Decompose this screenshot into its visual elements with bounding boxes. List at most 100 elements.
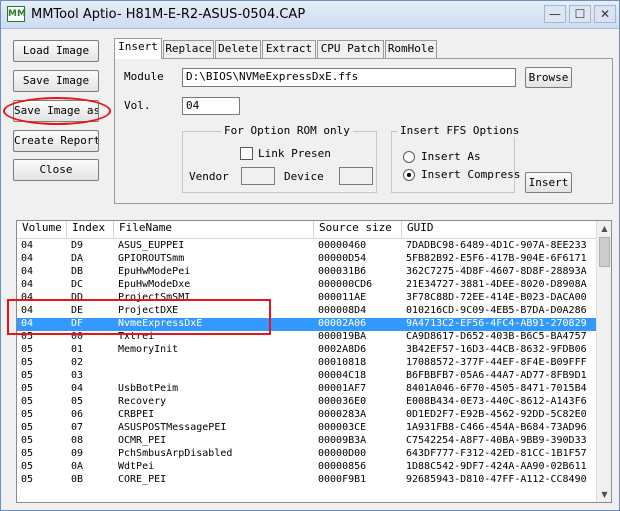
ffs-options-group: Insert FFS Options Insert As Insert Comp…: [391, 124, 523, 193]
table-row[interactable]: 04 DB EpuHwModePei 000031B6 362C7275-4D8F-46…: [17, 266, 597, 279]
tab-romhole[interactable]: RomHole: [385, 40, 437, 58]
cell-source-size: 000011AE: [318, 292, 367, 303]
table-row[interactable]: 05 07 ASUSPOSTMessagePEI 000003CE 1A931FB8-C…: [17, 422, 597, 435]
cell-volume: 04: [21, 253, 34, 264]
cell-volume: 05: [21, 383, 34, 394]
option-rom-group: For Option ROM only Link Presen Vendor D…: [182, 124, 377, 193]
table-row[interactable]: 05 01 MemoryInit 0002A8D6 3B42EF57-16D3-44CB…: [17, 344, 597, 357]
close-window-button[interactable]: ✕: [594, 5, 616, 23]
create-report-button[interactable]: Create Report: [13, 130, 99, 152]
scroll-up-icon[interactable]: ▲: [597, 221, 611, 236]
vertical-scrollbar[interactable]: ▲ ▼: [596, 221, 611, 502]
cell-volume: 04: [21, 266, 34, 277]
cell-volume: 04: [21, 279, 34, 290]
cell-volume: 05: [21, 435, 34, 446]
cell-filename: OCMR_PEI: [118, 435, 167, 446]
tab-cpu-patch[interactable]: CPU Patch: [317, 40, 384, 58]
cell-source-size: 00000460: [318, 240, 367, 251]
cell-index: 09: [71, 448, 84, 459]
column-header-index[interactable]: Index: [67, 221, 114, 239]
cell-filename: ASUSPOSTMessagePEI: [118, 422, 227, 433]
maximize-button[interactable]: ☐: [569, 5, 591, 23]
link-present-checkbox[interactable]: [240, 147, 253, 160]
cell-filename: EpuHwModePei: [118, 266, 191, 277]
module-path-field[interactable]: D:\BIOS\NVMeExpressDxE.ffs: [182, 68, 516, 87]
column-header-guid[interactable]: GUID: [402, 221, 597, 239]
table-row[interactable]: 04 D9 ASUS_EUPPEI 00000460 7DADBC98-6489-4D1…: [17, 240, 597, 253]
tab-insert[interactable]: Insert: [114, 38, 162, 59]
cell-index: 02: [71, 357, 84, 368]
insert-button[interactable]: Insert: [525, 172, 572, 193]
insert-as-radio[interactable]: [403, 151, 415, 163]
save-image-button[interactable]: Save Image: [13, 70, 99, 92]
cell-index: 03: [71, 370, 84, 381]
column-header-volume[interactable]: Volume: [17, 221, 67, 239]
table-row[interactable]: 05 0B CORE_PEI 0000F9B1 92685943-D810-47FF-A…: [17, 474, 597, 487]
tab-extract[interactable]: Extract: [262, 40, 316, 58]
cell-filename: WdtPei: [118, 461, 155, 472]
cell-index: D9: [71, 240, 84, 251]
table-row[interactable]: 05 0A WdtPei 00000856 1D88C542-9DF7-424A-AA9…: [17, 461, 597, 474]
device-label: Device: [284, 170, 324, 183]
cell-volume: 04: [21, 240, 34, 251]
cell-index: 06: [71, 409, 84, 420]
cell-guid: CA9D8617-D652-403B-B6C5-BA4757: [406, 331, 587, 342]
cell-filename: UsbBotPeim: [118, 383, 179, 394]
cell-source-size: 00004C18: [318, 370, 367, 381]
close-button[interactable]: Close: [13, 159, 99, 181]
cell-guid: B6FBBFB7-05A6-44A7-AD77-8FB9D1: [406, 370, 587, 381]
scroll-thumb[interactable]: [599, 237, 610, 267]
cell-guid: E008B434-0E73-440C-8612-A143F6: [406, 396, 587, 407]
cell-volume: 05: [21, 370, 34, 381]
cell-source-size: 0000F9B1: [318, 474, 367, 485]
cell-guid: C7542254-A8F7-40BA-9BB9-390D33: [406, 435, 587, 446]
table-row[interactable]: 05 05 Recovery 000036E0 E008B434-0E73-440C-8…: [17, 396, 597, 409]
cell-source-size: 00000856: [318, 461, 367, 472]
insert-compress-radio[interactable]: [403, 169, 415, 181]
cell-index: 01: [71, 344, 84, 355]
cell-filename: Recovery: [118, 396, 167, 407]
browse-button[interactable]: Browse: [525, 67, 572, 88]
cell-guid: 92685943-D810-47FF-A112-CC8490: [406, 474, 587, 485]
table-row[interactable]: 05 02 00010818 17088572-377F-44EF-8F4E-B09F…: [17, 357, 597, 370]
tab-replace[interactable]: Replace: [163, 40, 214, 58]
table-row[interactable]: 04 DC EpuHwModeDxe 000000CD6 21E34727-3881-4…: [17, 279, 597, 292]
ffs-options-title: Insert FFS Options: [397, 124, 523, 137]
vol-label: Vol.: [124, 99, 151, 112]
cell-guid: 8401A046-6F70-4505-8471-7015B4: [406, 383, 587, 394]
cell-source-size: 0002A8D6: [318, 344, 367, 355]
file-table: Volume Index FileName Source size GUID 0…: [16, 220, 612, 503]
vol-field[interactable]: 04: [182, 97, 240, 115]
cell-index: DC: [71, 279, 84, 290]
table-row[interactable]: 05 06 CRBPEI 0000283A 0D1ED2F7-E92B-4562-92D…: [17, 409, 597, 422]
column-header-source-size[interactable]: Source size: [314, 221, 402, 239]
table-row[interactable]: 05 09 PchSmbusArpDisabled 00000D00 643DF777-…: [17, 448, 597, 461]
cell-guid: 1A931FB8-C466-454A-B684-73AD96: [406, 422, 587, 433]
minimize-button[interactable]: —: [544, 5, 566, 23]
tab-delete[interactable]: Delete: [215, 40, 261, 58]
vendor-field[interactable]: [241, 167, 275, 185]
load-image-button[interactable]: Load Image: [13, 40, 99, 62]
scroll-down-icon[interactable]: ▼: [597, 487, 611, 502]
link-present-label: Link Presen: [258, 147, 331, 160]
table-row[interactable]: 05 04 UsbBotPeim 00001AF7 8401A046-6F70-4505…: [17, 383, 597, 396]
cell-source-size: 0000283A: [318, 409, 367, 420]
table-row[interactable]: 05 08 OCMR_PEI 00009B3A C7542254-A8F7-40BA-9…: [17, 435, 597, 448]
table-row[interactable]: 04 DA GPIOROUTSmm 00000D54 5FB82B92-E5F6-417…: [17, 253, 597, 266]
cell-volume: 05: [21, 448, 34, 459]
cell-source-size: 000000CD6: [318, 279, 373, 290]
app-icon: MM: [7, 6, 26, 22]
table-row[interactable]: 05 03 00004C18 B6FBBFB7-05A6-44A7-AD77-8FB9…: [17, 370, 597, 383]
cell-volume: 05: [21, 357, 34, 368]
cell-guid: 3F78C88D-72EE-414E-B023-DACA00: [406, 292, 587, 303]
device-field[interactable]: [339, 167, 373, 185]
table-body: 04 D9 ASUS_EUPPEI 00000460 7DADBC98-6489-4D1…: [17, 240, 597, 502]
cell-guid: 362C7275-4D8F-4607-8D8F-28893A: [406, 266, 587, 277]
highlight-rectangle: [7, 299, 271, 335]
cell-filename: [114, 370, 314, 383]
cell-source-size: 00010818: [318, 357, 367, 368]
cell-filename: PchSmbusArpDisabled: [118, 448, 233, 459]
cell-volume: 05: [21, 344, 34, 355]
column-header-filename[interactable]: FileName: [114, 221, 314, 239]
vendor-label: Vendor: [189, 170, 229, 183]
